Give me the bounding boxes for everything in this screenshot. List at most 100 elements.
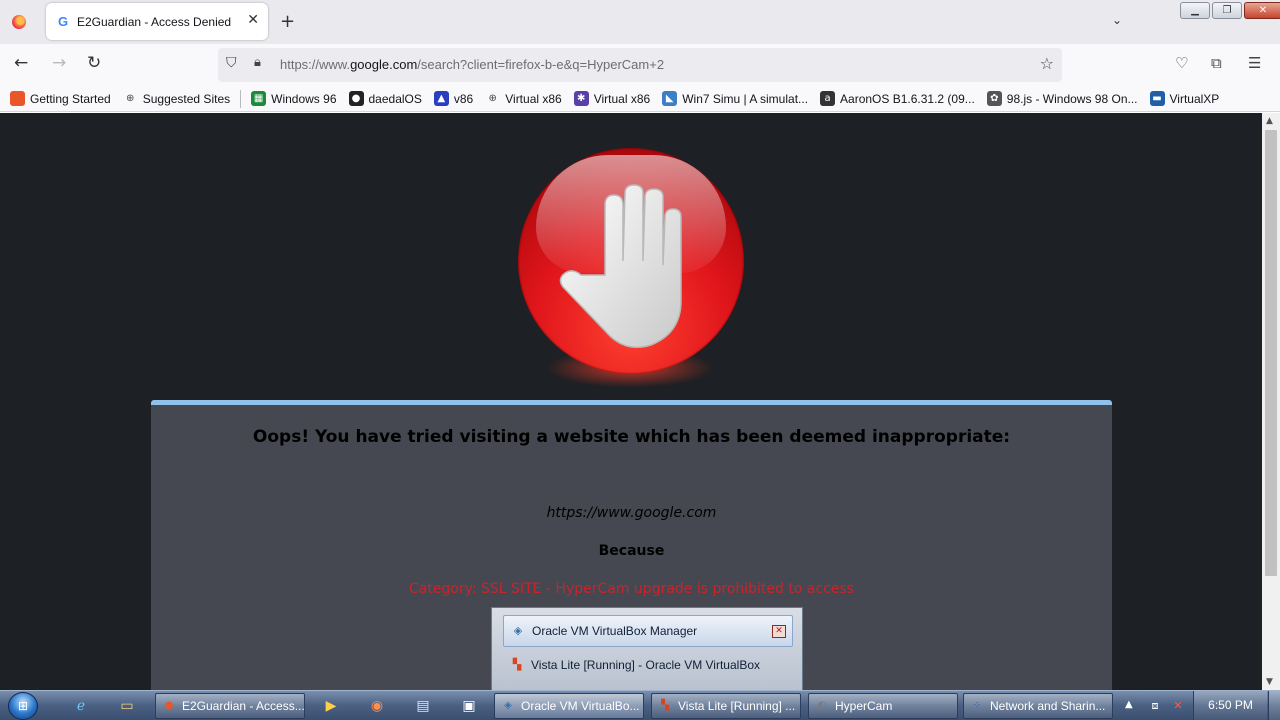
windows-taskbar: ⊞ ℯ ▭ ● E2Guardian - Access... ◈ Oracle VM … bbox=[0, 690, 1280, 720]
firefox-view-icon[interactable] bbox=[12, 15, 26, 29]
taskbar-button-label: E2Guardian - Access... bbox=[182, 699, 305, 713]
bookmark-label: Win7 Simu | A simulat... bbox=[682, 91, 809, 106]
taskbar-button-label: Vista Lite [Running] ... bbox=[678, 699, 796, 713]
bookmark-item[interactable]: Getting Started bbox=[10, 91, 111, 106]
taskbar-thumbnail-popup: ◈ Oracle VM VirtualBox Manager ✕ ▚ Vista… bbox=[491, 607, 803, 691]
bug-icon: ✱ bbox=[573, 91, 589, 106]
bookmark-item[interactable]: ▲ v86 bbox=[433, 91, 474, 106]
pocket-icon[interactable]: ♡ bbox=[1175, 54, 1188, 72]
tab-e2guardian[interactable]: G E2Guardian - Access Denied ✕ bbox=[46, 3, 268, 40]
internet-explorer-icon[interactable]: ℯ bbox=[70, 695, 92, 717]
bookmark-item[interactable]: ✱ Virtual x86 bbox=[573, 91, 651, 106]
page-scrollbar[interactable]: ▲ ▼ bbox=[1262, 113, 1280, 690]
popup-item-virtualbox-manager[interactable]: ◈ Oracle VM VirtualBox Manager ✕ bbox=[503, 615, 793, 647]
url-bar[interactable]: ⛉ 🔒︎ https://www.google.com/search?clien… bbox=[218, 48, 1062, 82]
virtualbox-icon: ◈ bbox=[504, 700, 512, 711]
bookmark-label: AaronOS B1.6.31.2 (09... bbox=[840, 91, 975, 106]
bookmark-label: Suggested Sites bbox=[142, 91, 231, 106]
lock-icon[interactable]: 🔒︎ bbox=[254, 55, 261, 70]
daedalos-icon: ● bbox=[348, 91, 364, 106]
taskbar-button[interactable]: ◈ Oracle VM VirtualBo... bbox=[494, 693, 644, 719]
bookmark-label: 98.js - Windows 98 On... bbox=[1006, 91, 1138, 106]
bookmark-label: Virtual x86 bbox=[505, 91, 562, 106]
close-button[interactable]: ✕ bbox=[1244, 2, 1280, 19]
bookmark-label: Windows 96 bbox=[271, 91, 337, 106]
show-desktop-button[interactable] bbox=[1268, 691, 1280, 720]
media-player-icon[interactable]: ▶ bbox=[320, 695, 342, 717]
bookmark-item[interactable]: ▦ Windows 96 bbox=[251, 91, 337, 106]
minimize-button[interactable]: ▁ bbox=[1180, 2, 1210, 19]
bookmark-label: Getting Started bbox=[30, 91, 111, 106]
url-text[interactable]: https://www.google.com/search?client=fir… bbox=[280, 57, 664, 72]
bookmarks-toolbar: Getting Started ⊕ Suggested Sites ▦ Windows … bbox=[0, 86, 1280, 112]
taskbar-button-label: Oracle VM VirtualBo... bbox=[521, 699, 640, 713]
windows-flag-icon: ▚ bbox=[512, 658, 522, 671]
bookmark-item[interactable]: ◣ Win7 Simu | A simulat... bbox=[662, 91, 808, 106]
blocked-page: Oops! You have tried visiting a website … bbox=[0, 113, 1262, 690]
bookmark-item[interactable]: ⊕ Suggested Sites bbox=[123, 91, 230, 106]
hand-stop-icon bbox=[559, 184, 682, 348]
shield-icon[interactable]: ⛉ bbox=[226, 55, 237, 71]
taskbar-button[interactable]: ⁘ Network and Sharin... bbox=[963, 693, 1113, 719]
taskbar-button[interactable]: ◐ HyperCam bbox=[808, 693, 958, 719]
v86-icon: ▲ bbox=[433, 91, 449, 106]
hypercam-icon: ◐ bbox=[817, 700, 827, 711]
because-label: Because bbox=[598, 543, 665, 559]
window-controls: ▁ ❐ ✕ bbox=[1180, 2, 1280, 20]
bookmark-item[interactable]: ⊕ Virtual x86 bbox=[485, 91, 562, 106]
scrollbar-thumb[interactable] bbox=[1265, 130, 1277, 576]
tray-expand-icon[interactable]: ▲ bbox=[1125, 699, 1133, 710]
bookmark-item[interactable]: ▬ VirtualXP bbox=[1149, 91, 1220, 106]
popup-item-label: Oracle VM VirtualBox Manager bbox=[532, 624, 698, 638]
app-quicklaunch-icon[interactable]: ◉ bbox=[366, 695, 388, 717]
scroll-down-arrow-icon[interactable]: ▼ bbox=[1266, 677, 1273, 687]
bookmark-item[interactable]: a AaronOS B1.6.31.2 (09... bbox=[820, 91, 975, 106]
popup-item-vista-lite[interactable]: ▚ Vista Lite [Running] - Oracle VM Virtu… bbox=[503, 649, 793, 681]
navigation-toolbar: ← → ↻ ⛉ 🔒︎ https://www.google.com/search… bbox=[0, 44, 1280, 86]
plus-icon[interactable]: + bbox=[280, 11, 295, 32]
bookmark-star-icon[interactable]: ☆ bbox=[1040, 54, 1054, 73]
volume-muted-icon[interactable]: ✕ bbox=[1170, 698, 1186, 714]
switch-windows-icon[interactable]: ▤ bbox=[412, 695, 434, 717]
tab-title: E2Guardian - Access Denied bbox=[77, 15, 232, 29]
firefox-icon: ● bbox=[164, 700, 174, 711]
show-windows-icon[interactable]: ▣ bbox=[458, 695, 480, 717]
globe-icon: ⊕ bbox=[126, 93, 135, 104]
explorer-folder-icon[interactable]: ▭ bbox=[116, 695, 138, 717]
forward-arrow-icon[interactable]: → bbox=[52, 53, 66, 73]
page-title: Oops! You have tried visiting a website … bbox=[252, 427, 1011, 447]
aaronos-icon: a bbox=[820, 91, 836, 106]
block-reason: Category: SSL SITE - HyperCam upgrade is… bbox=[408, 581, 855, 597]
chevron-down-icon[interactable]: ⌄ bbox=[1112, 13, 1122, 27]
taskbar-button[interactable]: ● E2Guardian - Access... bbox=[155, 693, 305, 719]
extensions-icon[interactable]: ⧉ bbox=[1211, 54, 1222, 72]
tab-close-icon[interactable]: ✕ bbox=[247, 12, 259, 28]
url-scheme: https://www. bbox=[280, 57, 351, 72]
taskbar-button-label: HyperCam bbox=[835, 699, 893, 713]
start-button[interactable]: ⊞ bbox=[8, 692, 38, 720]
bookmark-label: v86 bbox=[453, 91, 474, 106]
back-arrow-icon[interactable]: ← bbox=[14, 53, 28, 73]
bookmark-label: VirtualXP bbox=[1169, 91, 1220, 106]
scroll-up-arrow-icon[interactable]: ▲ bbox=[1266, 116, 1273, 126]
url-domain: google.com bbox=[350, 57, 418, 72]
maximize-button[interactable]: ❐ bbox=[1212, 2, 1242, 19]
network-icon: ⁘ bbox=[972, 700, 982, 711]
menu-icon[interactable]: ☰ bbox=[1248, 54, 1261, 72]
popup-item-label: Vista Lite [Running] - Oracle VM Virtual… bbox=[531, 658, 760, 672]
bookmark-item[interactable]: ● daedalOS bbox=[348, 91, 422, 106]
bookmark-item[interactable]: ✿ 98.js - Windows 98 On... bbox=[986, 91, 1138, 106]
url-path: /search?client=firefox-b-e&q=HyperCam+2 bbox=[417, 57, 665, 72]
taskbar-button[interactable]: ▚ Vista Lite [Running] ... bbox=[651, 693, 801, 719]
virtualxp-icon: ▬ bbox=[1149, 91, 1165, 106]
close-icon[interactable]: ✕ bbox=[772, 625, 786, 638]
blocked-url: https://www.google.com bbox=[546, 505, 717, 521]
virtualbox-icon: ◈ bbox=[513, 624, 523, 637]
clock[interactable]: 6:50 PM bbox=[1193, 691, 1267, 720]
taskbar-button-label: Network and Sharin... bbox=[990, 699, 1106, 713]
bookmark-separator bbox=[240, 89, 242, 108]
reload-icon[interactable]: ↻ bbox=[87, 53, 101, 73]
network-tray-icon[interactable]: ⧈ bbox=[1147, 698, 1163, 714]
bookmark-label: Virtual x86 bbox=[593, 91, 651, 106]
tab-strip: G E2Guardian - Access Denied ✕ + ⌄ ▁ ❐ ✕ bbox=[0, 0, 1280, 44]
